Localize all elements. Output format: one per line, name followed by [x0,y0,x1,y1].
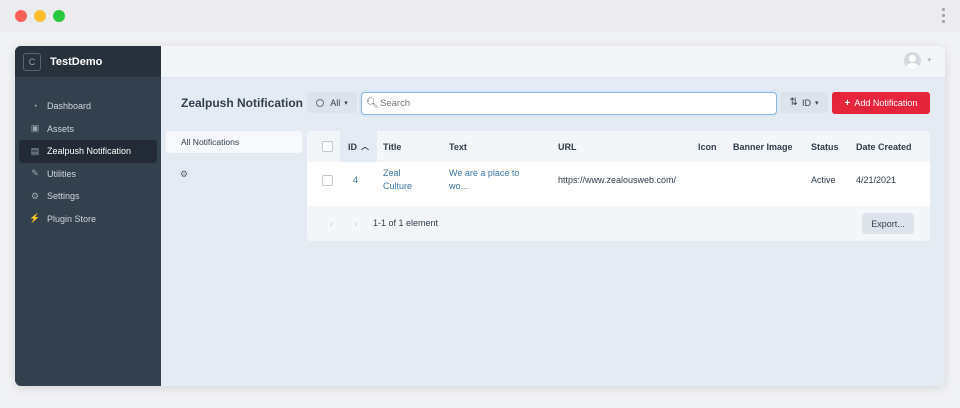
column-header-date-created[interactable]: Date Created [856,131,912,162]
gear-icon[interactable]: ⚙ [180,169,188,180]
site-logo-icon: C [23,52,41,71]
image-icon: ▣ [30,123,40,134]
column-header-text[interactable]: Text [449,131,467,162]
minimize-window-button[interactable] [34,10,46,22]
page-title: Zealpush Notification [181,96,304,110]
add-notification-label: Add Notification [854,98,918,108]
sort-label: ID [801,97,811,108]
sidebar-header[interactable]: C TestDemo [15,46,161,77]
column-header-title[interactable]: Title [383,131,401,162]
wrench-icon: ✎ [31,168,39,179]
all-notifications-item[interactable]: All Notifications [166,131,302,153]
plug-icon: ⚡ [29,213,41,224]
sort-button[interactable]: ⇅ ID ▾ [780,92,828,113]
top-bar: ▾ [161,46,945,78]
chevron-down-icon: ▾ [344,99,348,107]
gear-icon: ⚙ [30,190,40,201]
sidebar-item-settings[interactable]: ⚙ Settings [19,185,157,208]
search-box[interactable]: 🔍︎ [361,92,777,115]
more-vertical-icon[interactable] [942,8,946,24]
pagination-count: 1-1 of 1 element [373,218,439,228]
close-window-button[interactable] [15,10,27,22]
sidebar-item-utilities[interactable]: ✎ Utilities [19,163,157,186]
user-avatar-icon[interactable] [904,52,921,69]
sidebar-item-plugin-store[interactable]: ⚡ Plugin Store [19,208,157,231]
sidebar: C TestDemo ◔ Dashboard ▣ Assets ▤ Zealpu… [15,46,161,386]
table-footer: ‹ › 1-1 of 1 element Export... [307,206,930,241]
export-button[interactable]: Export... [862,213,914,234]
row-text-line2[interactable]: wo... [449,181,468,191]
add-notification-button[interactable]: + Add Notification [832,92,930,114]
search-input[interactable] [380,98,760,109]
site-name: TestDemo [50,55,103,68]
sidebar-item-label: Utilities [47,168,77,179]
search-icon: 🔍︎ [366,98,379,109]
sidebar-item-dashboard[interactable]: ◔ Dashboard [19,95,157,118]
row-checkbox[interactable] [322,175,333,186]
column-header-id[interactable]: ID ︿ [340,131,377,162]
filter-all-label: All [330,97,341,108]
row-date-created: 4/21/2021 [856,175,897,185]
zoom-window-button[interactable] [53,10,65,22]
sidebar-nav: ◔ Dashboard ▣ Assets ▤ Zealpush Notifica… [19,95,157,230]
notification-icon: ▤ [30,145,40,156]
column-header-status[interactable]: Status [811,131,839,162]
row-text-line1[interactable]: We are a place to [449,168,519,178]
chevron-down-icon[interactable]: ▾ [927,56,931,64]
row-url: https://www.zealousweb.com/ [558,175,677,185]
select-all-checkbox[interactable] [322,141,333,152]
select-all-checkbox-cell [322,131,342,162]
chevron-up-icon: ︿ [361,142,369,151]
column-label: ID [348,141,357,152]
sidebar-item-label: Plugin Store [47,213,97,224]
all-notifications-label: All Notifications [181,137,240,147]
column-header-banner-image[interactable]: Banner Image [733,131,793,162]
notifications-table: ID ︿ Title Text URL Icon Banner Image St… [307,131,930,241]
row-title-line2[interactable]: Culture [383,181,412,191]
chevron-right-icon[interactable]: › [354,219,357,229]
row-id-link[interactable]: 4 [353,175,358,185]
column-header-icon[interactable]: Icon [698,131,717,162]
row-title-line1[interactable]: Zeal [383,168,401,178]
sidebar-item-label: Zealpush Notification [47,146,132,157]
sidebar-item-label: Dashboard [47,101,92,112]
window-titlebar [0,0,960,32]
row-status: Active [811,175,836,185]
circle-icon [316,98,325,107]
filter-all-button[interactable]: All ▾ [307,92,357,113]
sidebar-item-label: Settings [47,191,80,202]
sidebar-item-zealpush-notification[interactable]: ▤ Zealpush Notification [19,140,157,163]
sidebar-item-assets[interactable]: ▣ Assets [19,118,157,141]
plus-icon: + [844,97,851,109]
chevron-left-icon[interactable]: ‹ [330,219,333,229]
chevron-down-icon: ▾ [814,99,819,107]
dashboard-icon: ◔ [32,101,38,112]
sidebar-item-label: Assets [47,123,75,134]
sort-icon: ⇅ [789,97,798,108]
column-header-url[interactable]: URL [558,131,577,162]
table-header: ID ︿ Title Text URL Icon Banner Image St… [307,131,930,162]
